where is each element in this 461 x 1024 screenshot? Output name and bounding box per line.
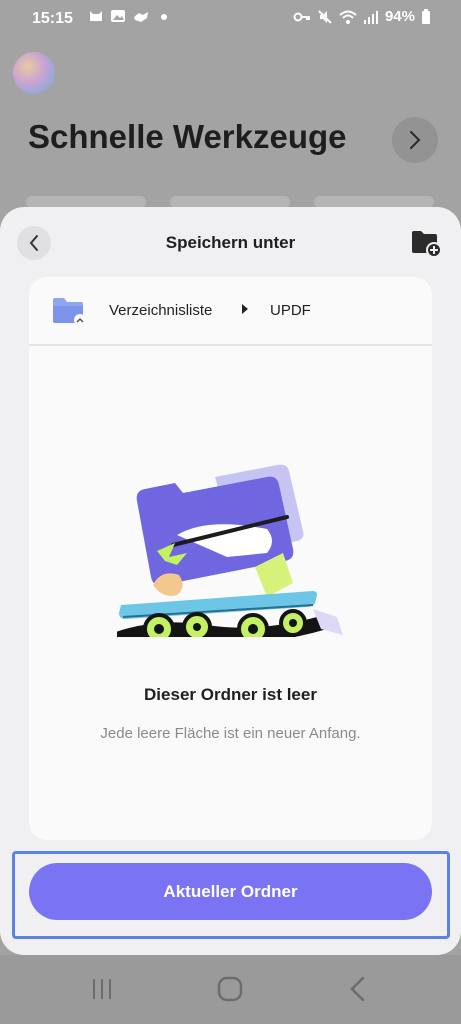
home-icon[interactable] [217,976,243,1002]
image-icon [111,10,125,22]
caret-right-icon [242,304,248,314]
cat-icon [90,11,102,21]
empty-folder-illustration [117,464,343,637]
breadcrumb: Verzeichnisliste UPDF [29,277,432,346]
status-right-icons: 94% [293,8,431,25]
mute-icon [318,9,332,24]
battery-icon [422,8,430,24]
hand-icon [134,12,148,22]
empty-state-title: Dieser Ordner ist leer [144,685,317,704]
see-all-button[interactable] [392,117,438,163]
dot-icon [161,14,167,20]
sheet-header: Speichern unter [0,207,461,277]
folder-content-card: Verzeichnisliste UPDF Dieser Ordner ist … [29,277,432,840]
breadcrumb-current: UPDF [270,302,311,319]
back-nav-icon[interactable] [348,976,368,1002]
signal-icon [363,10,378,24]
sheet-title: Speichern unter [165,233,296,252]
breadcrumb-root[interactable]: Verzeichnisliste [109,302,212,319]
status-time: 15:15 [32,10,73,27]
avatar[interactable] [13,52,55,94]
page-title: Schnelle Werkzeuge [28,118,347,155]
system-nav-bar [0,955,461,1024]
key-icon [293,12,310,21]
save-as-sheet: Speichern unter Verzeichnisliste UPDF Di… [0,207,461,955]
status-left-icons [88,8,172,24]
wifi-icon [339,10,357,24]
folder-icon [53,298,86,326]
current-folder-button[interactable]: Aktueller Ordner [29,863,432,920]
recent-apps-icon[interactable] [90,977,114,1001]
status-bar: 15:15 94% [0,0,461,40]
new-folder-icon[interactable] [410,229,442,257]
empty-state-subtitle: Jede leere Fläche ist ein neuer Anfang. [100,725,361,742]
chevron-right-icon [410,131,421,149]
battery-percent: 94% [384,8,415,25]
